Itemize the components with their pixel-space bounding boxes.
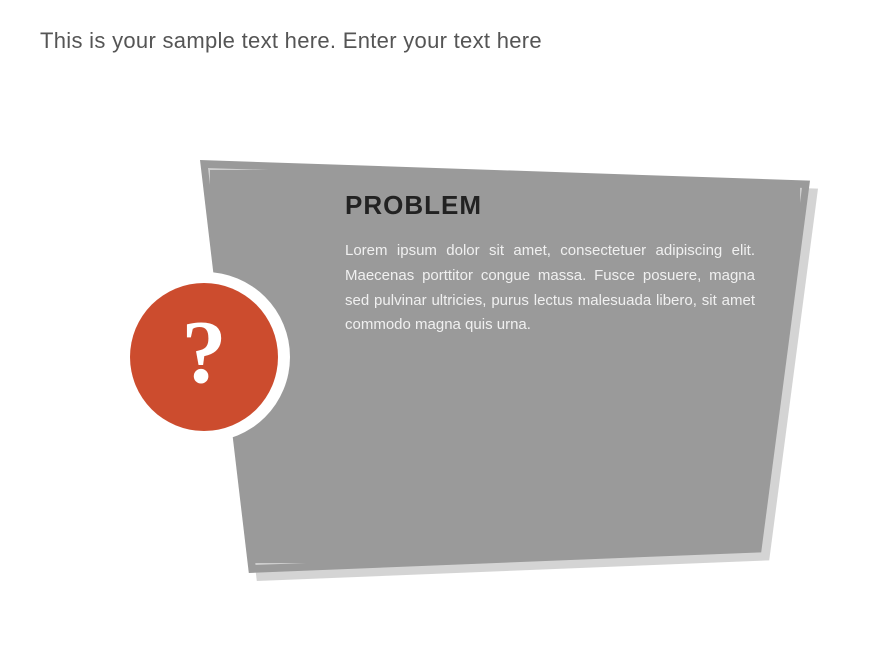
- header-text: This is your sample text here. Enter you…: [40, 28, 830, 54]
- question-circle: ?: [130, 283, 278, 431]
- question-mark-icon: ?: [182, 308, 227, 398]
- main-card: ? PROBLEM Lorem ipsum dolor sit amet, co…: [120, 140, 810, 573]
- problem-body: Lorem ipsum dolor sit amet, consectetuer…: [345, 239, 755, 338]
- content-area: PROBLEM Lorem ipsum dolor sit amet, cons…: [320, 170, 780, 553]
- problem-title: PROBLEM: [345, 190, 755, 221]
